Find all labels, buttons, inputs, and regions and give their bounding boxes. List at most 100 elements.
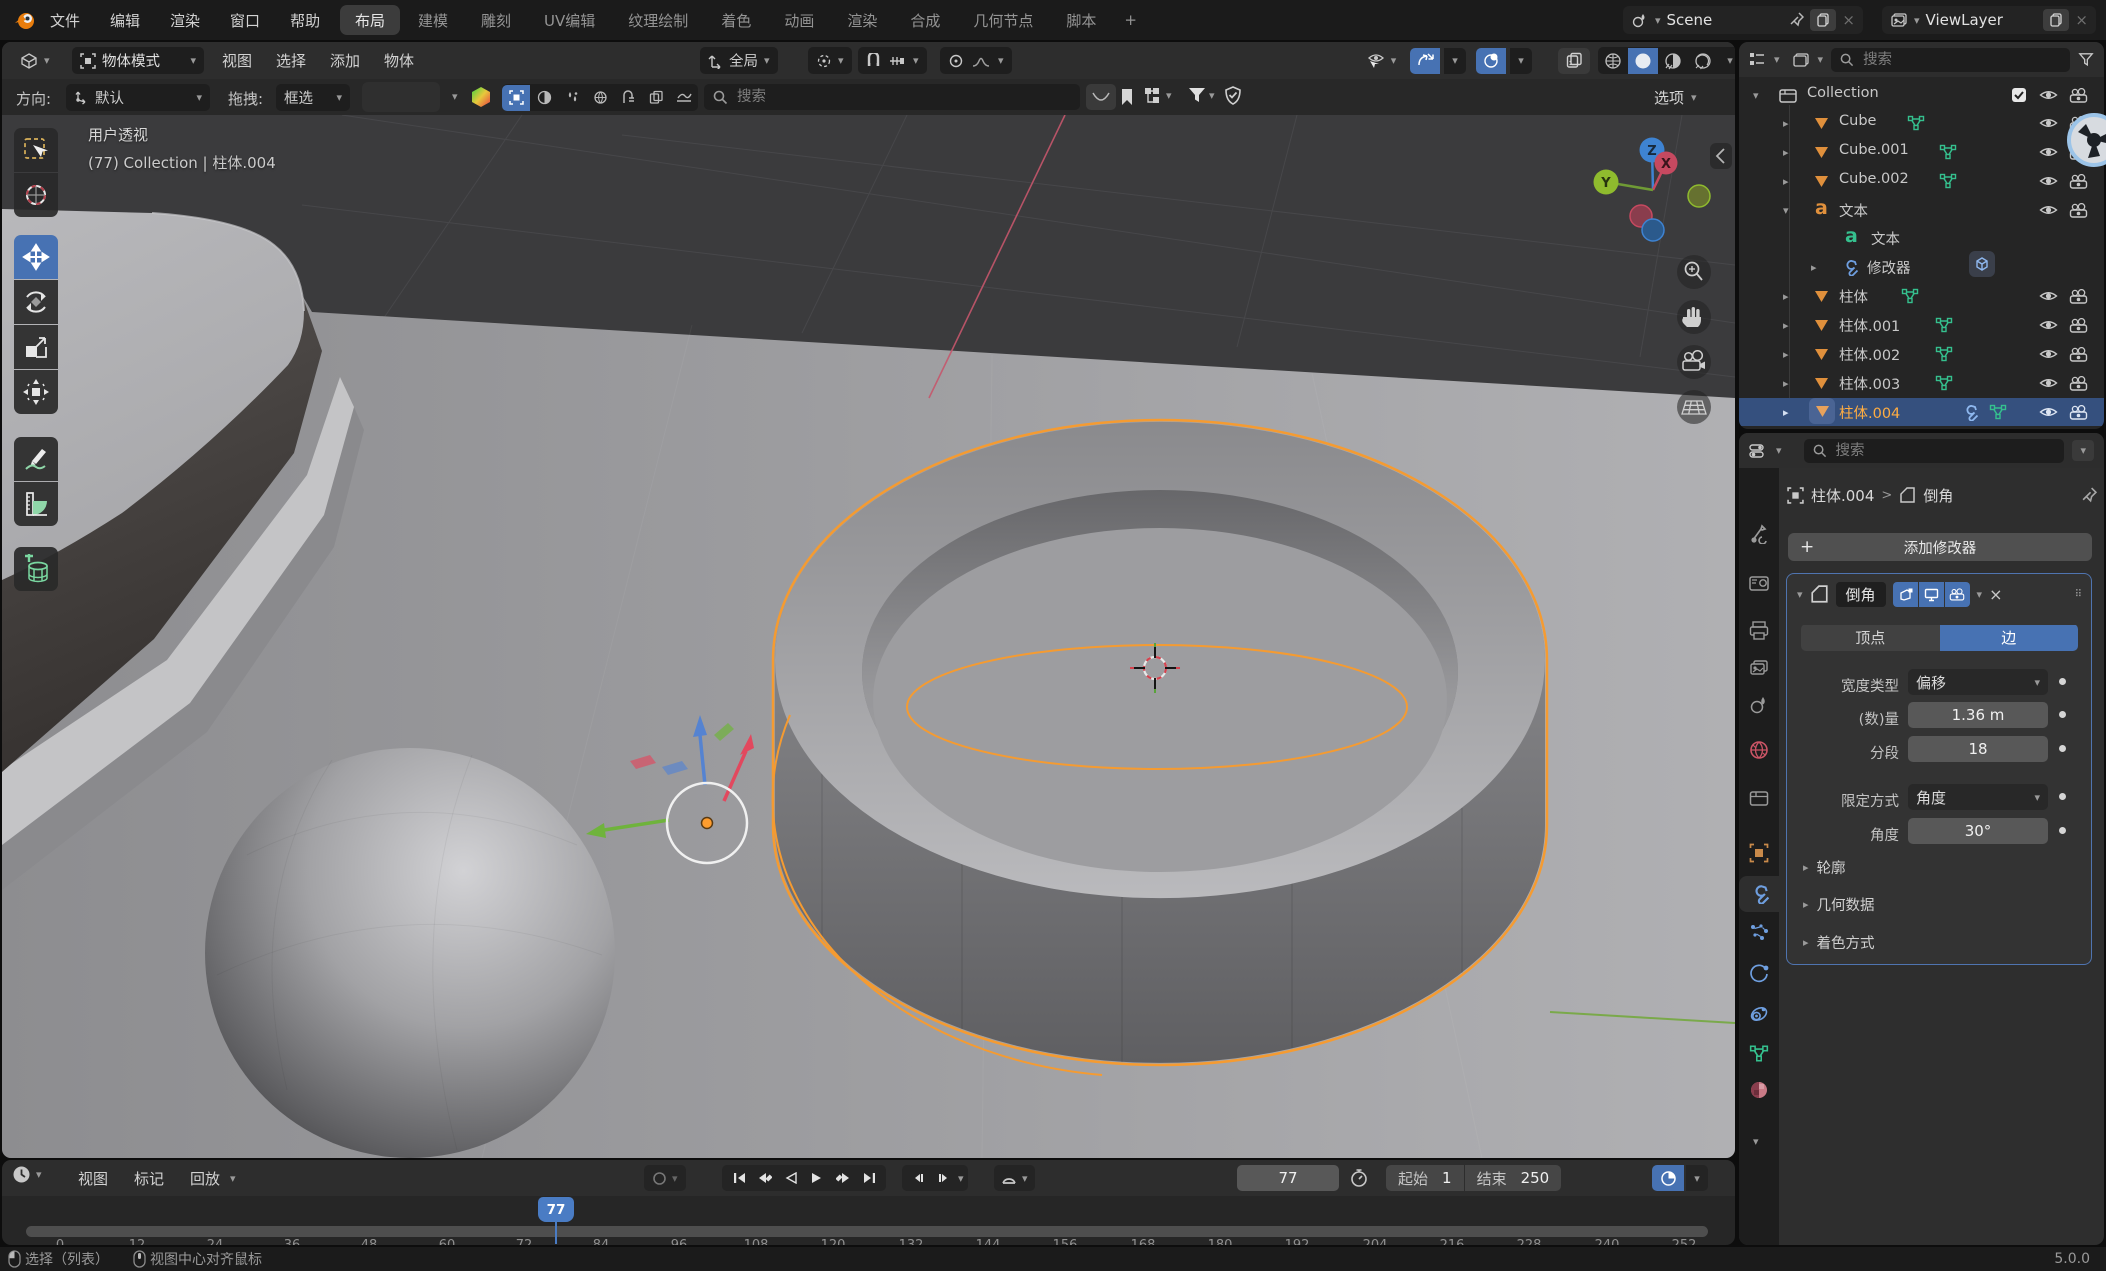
section-shading[interactable]: ▸着色方式 bbox=[1803, 932, 1875, 953]
options-dropdown[interactable]: 选项 ▾ bbox=[1644, 84, 1707, 111]
tab-physics[interactable] bbox=[1749, 964, 1769, 984]
tool-orientation-dropdown[interactable]: 默认 ▾ bbox=[66, 84, 210, 111]
material-preview-icon[interactable] bbox=[470, 86, 492, 108]
eye-icon[interactable] bbox=[2039, 88, 2058, 102]
timeline-scrollbar[interactable] bbox=[26, 1226, 1708, 1237]
affect-edges-tab[interactable]: 边 bbox=[1940, 625, 2079, 651]
next-keyframe-button[interactable] bbox=[830, 1165, 856, 1191]
shading-wireframe-button[interactable] bbox=[1598, 48, 1628, 74]
amount-field[interactable]: 1.36 m bbox=[1908, 702, 2048, 728]
snap-dropdown-icon[interactable]: ▾ bbox=[913, 55, 919, 66]
stopwatch-icon[interactable] bbox=[1350, 1168, 1368, 1188]
mode-selector[interactable]: 物体模式 ▾ bbox=[72, 47, 204, 74]
outliner-filter-display-icon[interactable] bbox=[1792, 52, 1810, 68]
tab-object[interactable] bbox=[1749, 843, 1769, 863]
visibility-dropdown[interactable]: ▾ bbox=[1356, 48, 1406, 74]
outliner-row-cylinder003[interactable]: ▸ 柱体.003 bbox=[1739, 369, 2104, 397]
build-modifier-icon[interactable] bbox=[1969, 251, 1995, 277]
start-frame-field[interactable]: 起始1 bbox=[1386, 1165, 1465, 1191]
play-reverse-button[interactable] bbox=[778, 1165, 804, 1191]
viewlayer-selector[interactable]: ▾ ViewLayer × bbox=[1882, 6, 2096, 34]
show-gizmo-toggle[interactable] bbox=[1410, 48, 1440, 74]
outliner-row-cube001[interactable]: ▸ Cube.001 bbox=[1739, 138, 2104, 166]
outliner-row-text-data[interactable]: a 文本 bbox=[1739, 224, 2104, 252]
outliner-display-dropdown[interactable]: ▾ bbox=[1774, 54, 1780, 65]
step-dropdown[interactable]: ▾ bbox=[958, 1173, 964, 1184]
scene-selector[interactable]: ▾ Scene × bbox=[1623, 6, 1863, 34]
shading-material-button[interactable] bbox=[1658, 48, 1688, 74]
shading-dropdown[interactable]: ▾ bbox=[1718, 48, 1735, 74]
tab-modeling[interactable]: 建模 bbox=[403, 5, 463, 35]
outliner-editor-icon[interactable] bbox=[1749, 52, 1766, 67]
viewlayer-dropdown-icon[interactable]: ▾ bbox=[1914, 15, 1920, 26]
zoom-button[interactable] bbox=[1677, 255, 1711, 289]
transform-orientation-selector[interactable]: 全局 ▾ bbox=[700, 47, 778, 74]
modifier-editmode-toggle[interactable] bbox=[1893, 582, 1918, 607]
pin-icon[interactable] bbox=[2082, 487, 2097, 504]
tool-select-box[interactable] bbox=[14, 128, 58, 172]
drag-mode-dropdown[interactable]: 框选 ▾ bbox=[276, 84, 350, 111]
camera-icon[interactable] bbox=[2069, 203, 2088, 218]
row-label[interactable]: Collection bbox=[1807, 85, 1879, 101]
expand-icon[interactable]: ▸ bbox=[1783, 320, 1789, 331]
menu-render[interactable]: 渲染 bbox=[166, 10, 204, 31]
select-menu[interactable]: 选择 bbox=[272, 50, 310, 71]
tab-animation[interactable]: 动画 bbox=[769, 5, 829, 35]
filter-object-toggle[interactable] bbox=[502, 85, 530, 111]
timeline-playback-menu[interactable]: 回放▾ bbox=[186, 1168, 236, 1189]
jump-to-end-button[interactable] bbox=[856, 1165, 882, 1191]
step-forward-button[interactable] bbox=[932, 1165, 956, 1191]
camera-icon[interactable] bbox=[2069, 289, 2088, 304]
tool-cursor[interactable] bbox=[14, 173, 58, 217]
overlays-dropdown[interactable]: ▾ bbox=[1510, 48, 1532, 74]
view-menu[interactable]: 视图 bbox=[218, 50, 256, 71]
hierarchy-button[interactable]: ▾ bbox=[1144, 86, 1172, 105]
eye-icon[interactable] bbox=[2039, 289, 2058, 303]
row-label[interactable]: 柱体 bbox=[1839, 286, 1868, 307]
expand-icon[interactable]: ▸ bbox=[1783, 176, 1789, 187]
expand-icon[interactable]: ▸ bbox=[1783, 118, 1789, 129]
filter-fluid-toggle[interactable] bbox=[558, 85, 586, 111]
tab-uv-editing[interactable]: UV编辑 bbox=[529, 5, 610, 35]
camera-view-button[interactable] bbox=[1677, 345, 1711, 379]
tab-object-data[interactable] bbox=[1749, 1044, 1769, 1063]
drag-handle[interactable]: ⠿ bbox=[2075, 589, 2083, 600]
play-button[interactable] bbox=[804, 1165, 830, 1191]
step-back-button[interactable] bbox=[906, 1165, 930, 1191]
outliner-row-text-object[interactable]: ▾ a 文本 bbox=[1739, 196, 2104, 224]
row-label[interactable]: Cube.002 bbox=[1839, 171, 1909, 187]
menu-window[interactable]: 窗口 bbox=[226, 10, 264, 31]
tab-layout[interactable]: 布局 bbox=[340, 5, 400, 35]
modifier-remove-button[interactable]: × bbox=[1989, 585, 2002, 604]
outliner-search[interactable] bbox=[1831, 48, 2070, 72]
tab-viewlayer[interactable] bbox=[1749, 659, 1769, 677]
scene-name[interactable]: Scene bbox=[1667, 11, 1785, 29]
viewport-canvas[interactable]: Z X Y 用户透视 (77) Collection | 柱体.004 bbox=[2, 115, 1735, 1158]
filter-sphere-toggle[interactable] bbox=[530, 85, 558, 111]
limit-method-dropdown[interactable]: 角度▾ bbox=[1908, 784, 2048, 810]
animate-dot[interactable] bbox=[2059, 827, 2066, 834]
eye-icon[interactable] bbox=[2039, 376, 2058, 390]
tab-scripting[interactable]: 脚本 bbox=[1051, 5, 1111, 35]
properties-editor-icon[interactable] bbox=[1749, 443, 1768, 459]
filter-world-toggle[interactable] bbox=[586, 85, 614, 111]
breadcrumb-object[interactable]: 柱体.004 bbox=[1811, 485, 1874, 506]
row-label[interactable]: 柱体.002 bbox=[1839, 344, 1900, 365]
tool-scale[interactable] bbox=[14, 325, 58, 369]
properties-search-input[interactable] bbox=[1834, 442, 2056, 460]
tool-rotate[interactable] bbox=[14, 280, 58, 324]
scene-dropdown-icon[interactable]: ▾ bbox=[1655, 15, 1661, 26]
tab-tool[interactable] bbox=[1749, 524, 1769, 544]
current-frame-field[interactable]: 77 bbox=[1237, 1165, 1339, 1191]
tab-compositing[interactable]: 合成 bbox=[895, 5, 955, 35]
sync-dropdown[interactable]: ▾ bbox=[1686, 1165, 1708, 1191]
outliner-row-cube002[interactable]: ▸ Cube.002 bbox=[1739, 167, 2104, 195]
tool-transform[interactable] bbox=[14, 370, 58, 414]
section-profile[interactable]: ▸轮廓 bbox=[1803, 857, 1846, 878]
tab-constraints[interactable] bbox=[1749, 1004, 1769, 1024]
search-input[interactable] bbox=[735, 88, 1071, 106]
outliner-row-cylinder001[interactable]: ▸ 柱体.001 bbox=[1739, 311, 2104, 339]
tab-rendering[interactable]: 渲染 bbox=[832, 5, 892, 35]
autokey-dropdown[interactable]: ▾ bbox=[1022, 1173, 1028, 1184]
ortho-grid-button[interactable] bbox=[1677, 390, 1711, 424]
